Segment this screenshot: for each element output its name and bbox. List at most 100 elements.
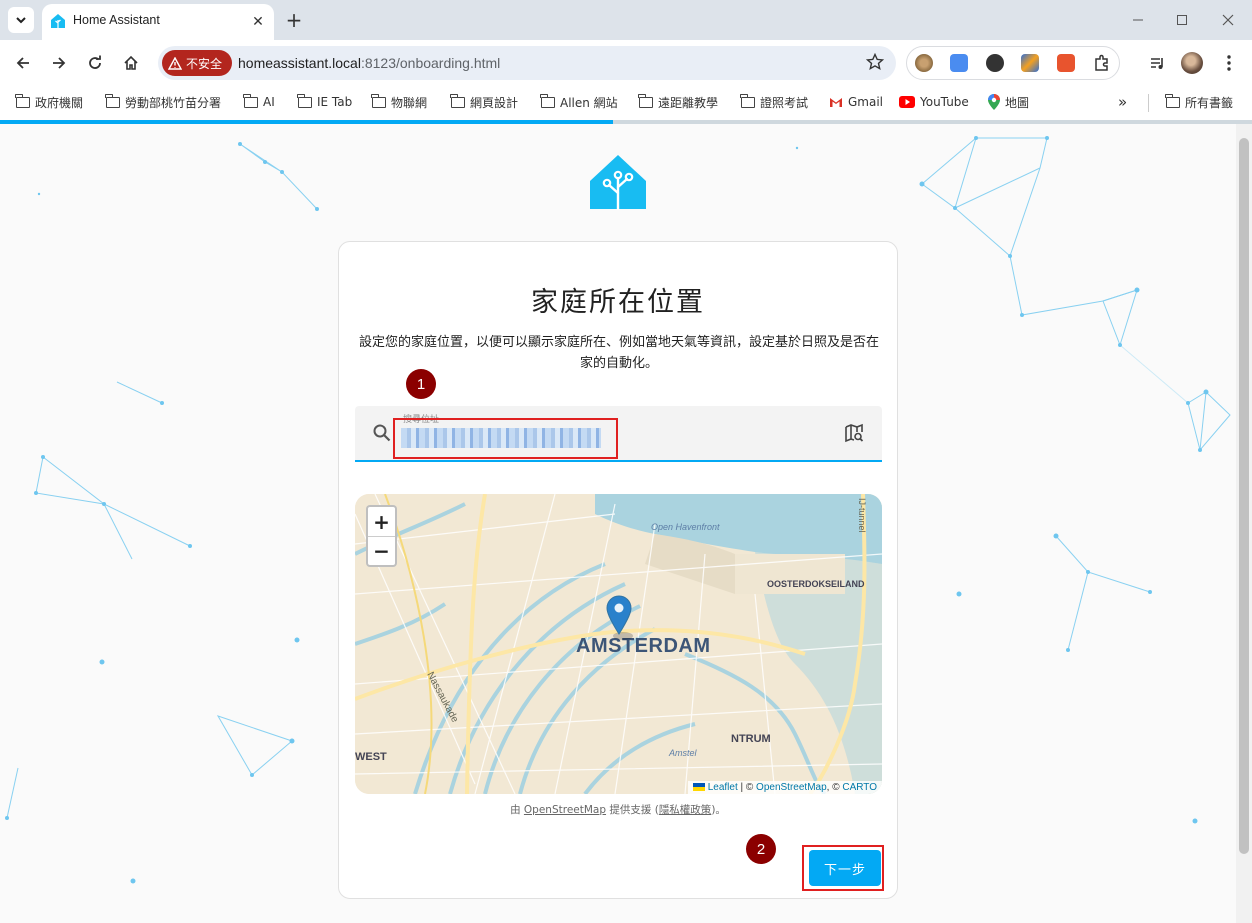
active-tab[interactable]: Home Assistant ✕: [42, 4, 274, 40]
bookmark-folder[interactable]: 網頁設計: [450, 93, 519, 111]
map-label-oosterdokseiland: OOSTERDOKSEILAND: [767, 579, 865, 589]
folder-icon: [740, 93, 755, 108]
extension-1-icon[interactable]: [915, 54, 933, 72]
folder-icon: [105, 93, 120, 108]
zoom-in-button[interactable]: +: [368, 507, 395, 536]
folder-icon: [638, 93, 653, 108]
powered-mid: 提供支援 (: [606, 804, 659, 816]
chevron-down-icon: [16, 17, 26, 24]
bookmark-label: Gmail: [848, 95, 884, 109]
folder-icon: [540, 93, 555, 108]
close-window-button[interactable]: [1210, 6, 1246, 34]
not-secure-badge[interactable]: 不安全: [162, 50, 232, 76]
privacy-policy-link[interactable]: 隱私權政策: [659, 804, 712, 816]
map-label-open-havenfront: Open Havenfront: [651, 522, 720, 532]
folder-icon: [1165, 93, 1180, 108]
forward-button[interactable]: [45, 49, 73, 77]
all-bookmarks-label: 所有書籤: [1185, 95, 1234, 110]
powered-prefix: 由: [510, 804, 524, 816]
map-attribution: Leaflet | © OpenStreetMap, © CARTO: [687, 781, 882, 794]
browser-toolbar: 不安全 homeassistant.local:8123/onboarding.…: [0, 40, 1252, 86]
map-city-label: AMSTERDAM: [576, 635, 711, 657]
bookmark-youtube[interactable]: YouTube: [899, 93, 969, 111]
profile-avatar[interactable]: [1178, 49, 1206, 77]
map-search-icon[interactable]: [844, 423, 864, 443]
bookmark-label: 政府機關: [35, 95, 84, 110]
bookmark-label: IE Tab: [317, 95, 353, 109]
card-title: 家庭所在位置: [531, 287, 705, 318]
all-bookmarks-button[interactable]: 所有書籤: [1165, 93, 1234, 111]
folder-icon: [450, 93, 465, 108]
bookmark-label: Allen 網站: [560, 95, 618, 110]
arrow-right-icon: [53, 57, 66, 69]
gmail-icon: [830, 97, 842, 107]
ukraine-flag-icon: [692, 783, 705, 791]
scrollbar-thumb[interactable]: [1239, 138, 1249, 854]
bookmark-gmail[interactable]: Gmail: [829, 93, 883, 111]
bookmarks-divider: [1148, 94, 1149, 112]
back-button[interactable]: [9, 49, 37, 77]
osm-link[interactable]: OpenStreetMap: [756, 782, 827, 793]
card-description: 設定您的家庭位置，以便可以顯示家庭所在、例如當地天氣等資訊，設定基於日照及是否在…: [358, 335, 879, 371]
not-secure-label: 不安全: [186, 56, 223, 71]
powered-by-text: 由 OpenStreetMap 提供支援 (隱私權政策)。: [339, 802, 897, 817]
page-scrollbar[interactable]: [1236, 124, 1252, 923]
more-vert-icon: [1227, 55, 1231, 71]
openstreetmap-link[interactable]: OpenStreetMap: [524, 804, 606, 816]
bookmark-folder[interactable]: 物聯網: [371, 93, 427, 111]
media-control-button[interactable]: [1144, 49, 1172, 77]
overflow-chevron-icon: »: [1118, 93, 1128, 111]
bookmark-maps[interactable]: 地圖: [988, 93, 1029, 111]
extension-3-icon[interactable]: [1021, 54, 1039, 72]
bookmarks-overflow-button[interactable]: »: [1118, 93, 1127, 111]
address-bar[interactable]: 不安全 homeassistant.local:8123/onboarding.…: [158, 46, 896, 80]
chrome-menu-button[interactable]: [1215, 49, 1243, 77]
home-assistant-logo-icon: [590, 155, 646, 210]
new-tab-button[interactable]: +: [282, 8, 306, 32]
extension-4-icon[interactable]: [1057, 54, 1075, 72]
bookmark-folder[interactable]: IE Tab: [297, 93, 353, 111]
url-host: homeassistant.local: [238, 55, 361, 71]
bookmark-label: 遠距離教學: [658, 95, 719, 110]
map-label-west: WEST: [355, 751, 387, 763]
leaflet-link[interactable]: Leaflet: [708, 782, 738, 793]
maximize-button[interactable]: [1164, 6, 1200, 34]
reload-icon: [89, 55, 101, 69]
bookmark-label: 網頁設計: [470, 95, 519, 110]
home-icon: [124, 55, 138, 70]
star-icon: [865, 52, 885, 71]
zoom-out-button[interactable]: −: [368, 536, 395, 565]
location-map[interactable]: Open Havenfront OOSTERDOKSEILAND Nassauk…: [355, 494, 882, 794]
maps-icon: [988, 94, 1000, 110]
powered-suffix: )。: [711, 804, 726, 816]
home-button[interactable]: [117, 49, 145, 77]
translate-extension-icon[interactable]: [950, 54, 968, 72]
bookmark-star-button[interactable]: [865, 52, 885, 75]
folder-icon: [297, 93, 312, 108]
carto-link[interactable]: CARTO: [842, 782, 877, 793]
url-text: homeassistant.local:8123/onboarding.html: [238, 55, 500, 71]
close-icon: [1222, 14, 1234, 26]
bookmark-folder[interactable]: AI: [243, 93, 275, 111]
bookmark-folder[interactable]: 證照考試: [740, 93, 808, 111]
tab-search-button[interactable]: [8, 7, 34, 33]
bookmark-label: AI: [263, 95, 275, 109]
search-icon: [373, 424, 391, 442]
reload-button[interactable]: [81, 49, 109, 77]
bookmark-label: 地圖: [1005, 95, 1030, 110]
bookmark-folder[interactable]: 政府機關: [15, 93, 84, 111]
bookmark-folder[interactable]: Allen 網站: [540, 93, 618, 111]
bookmark-folder[interactable]: 遠距離教學: [638, 93, 719, 111]
tab-close-icon[interactable]: ✕: [248, 12, 268, 32]
tab-title: Home Assistant: [73, 13, 160, 27]
web-extension-icon[interactable]: [986, 54, 1004, 72]
extensions-puzzle-icon[interactable]: [1093, 54, 1111, 72]
map-tiles: Open Havenfront OOSTERDOKSEILAND Nassauk…: [355, 494, 882, 794]
annotation-highlight-search: [393, 418, 618, 459]
map-label-amstel: Amstel: [668, 748, 698, 758]
home-assistant-favicon-icon: [51, 14, 65, 28]
minimize-button[interactable]: [1120, 6, 1156, 34]
url-path: :8123/onboarding.html: [360, 55, 501, 71]
bookmark-folder[interactable]: 勞動部桃竹苗分署: [105, 93, 221, 111]
folder-icon: [243, 93, 258, 108]
